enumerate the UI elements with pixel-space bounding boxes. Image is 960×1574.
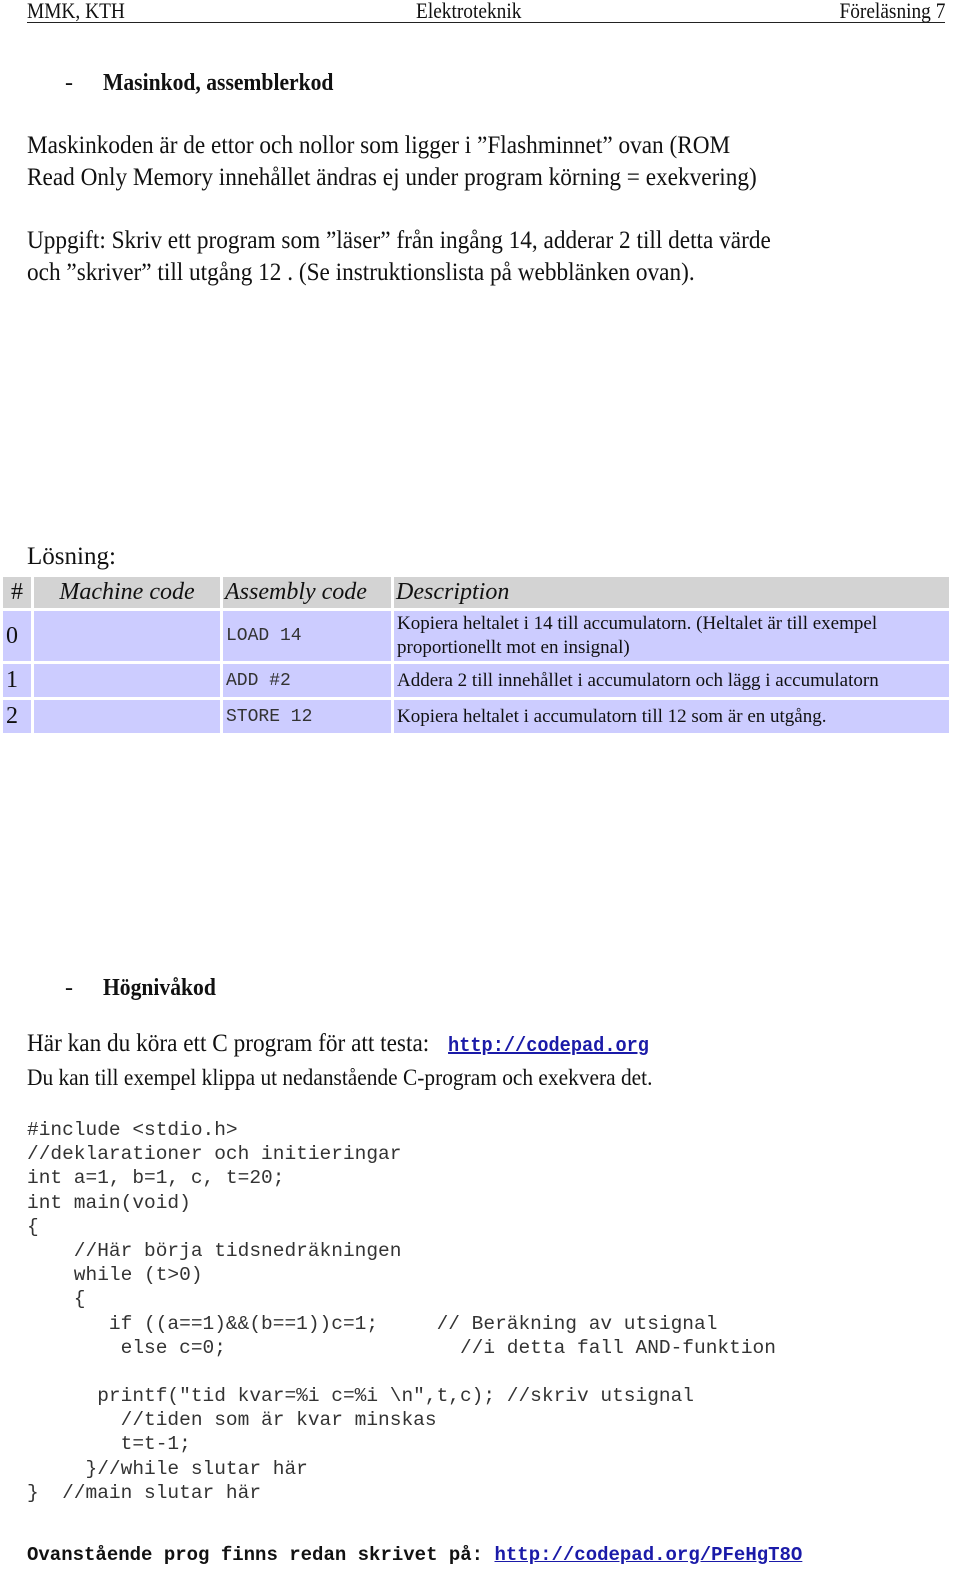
code-line: else c=0; //i detta fall AND-funktion bbox=[27, 1336, 776, 1359]
paragraph-line: Read Only Memory innehållet ändras ej un… bbox=[27, 164, 757, 191]
machine-code-cell bbox=[34, 611, 220, 661]
header-lecture: Föreläsning 7 bbox=[839, 0, 945, 23]
assembly-code-cell: LOAD 14 bbox=[223, 611, 391, 661]
header-org: MMK, KTH bbox=[27, 0, 125, 23]
intro-line: Du kan till exempel klippa ut nedanståen… bbox=[27, 1065, 653, 1090]
code-line: while (t>0) bbox=[27, 1264, 203, 1287]
machine-code-cell bbox=[34, 700, 220, 733]
intro-line: Här kan du köra ett C program för att te… bbox=[27, 1028, 652, 1063]
assembly-table: # Machine code Assembly code Description… bbox=[0, 574, 952, 736]
paragraph-machine-code: Maskinkoden är de ettor och nollor som l… bbox=[27, 130, 812, 194]
page-header: MMK, KTH Elektroteknik Föreläsning 7 bbox=[27, 0, 945, 23]
header-course: Elektroteknik bbox=[416, 0, 522, 23]
table-row: 1 ADD #2 Addera 2 till innehållet i accu… bbox=[3, 664, 949, 697]
code-line: t=t-1; bbox=[27, 1433, 191, 1456]
code-line: { bbox=[27, 1288, 86, 1311]
bullet-dash: - bbox=[65, 70, 73, 96]
col-header-machine-code: Machine code bbox=[34, 577, 220, 608]
codepad-program-link[interactable]: http://codepad.org/PFeHgT8O bbox=[494, 1544, 802, 1566]
bullet-dash: - bbox=[65, 975, 73, 1001]
intro-text: Här kan du köra ett C program för att te… bbox=[27, 1030, 430, 1057]
code-line: { bbox=[27, 1215, 39, 1238]
codepad-intro: Här kan du köra ett C program för att te… bbox=[27, 1028, 700, 1093]
table-row: 0 LOAD 14 Kopiera heltalet i 14 till acc… bbox=[3, 611, 949, 661]
col-header-description: Description bbox=[394, 577, 949, 608]
code-line: if ((a==1)&&(b==1))c=1; // Beräkning av … bbox=[27, 1312, 718, 1335]
footer-note: Ovanstående prog finns redan skrivet på:… bbox=[27, 1544, 802, 1566]
code-line: //Här börja tidsnedräkningen bbox=[27, 1239, 402, 1262]
footer-text: Ovanstående prog finns redan skrivet på: bbox=[27, 1544, 484, 1566]
table-header-row: # Machine code Assembly code Description bbox=[3, 577, 949, 608]
description-cell: Addera 2 till innehållet i accumulatorn … bbox=[394, 664, 949, 697]
task-line: Uppgift: Skriv ett program som ”läser” f… bbox=[27, 227, 771, 254]
section-heading-high-level-code: - Högnivåkod bbox=[65, 975, 565, 1005]
row-number: 2 bbox=[3, 700, 31, 733]
paragraph-line: Maskinkoden är de ettor och nollor som l… bbox=[27, 132, 731, 159]
col-header-assembly-code: Assembly code bbox=[223, 577, 391, 608]
section-heading-machine-code: - Masinkod, assemblerkod bbox=[65, 70, 565, 100]
code-line: //deklarationer och initieringar bbox=[27, 1143, 402, 1166]
row-number: 1 bbox=[3, 664, 31, 697]
assembly-code-cell: STORE 12 bbox=[223, 700, 391, 733]
codepad-link[interactable]: http://codepad.org bbox=[448, 1035, 649, 1058]
row-number: 0 bbox=[3, 611, 31, 661]
code-line: }//while slutar här bbox=[27, 1457, 308, 1480]
c-code-block: #include <stdio.h>//deklarationer och in… bbox=[27, 1118, 776, 1505]
code-line: #include <stdio.h> bbox=[27, 1119, 238, 1141]
machine-code-cell bbox=[34, 664, 220, 697]
task-paragraph: Uppgift: Skriv ett program som ”läser” f… bbox=[27, 225, 827, 289]
code-line: printf("tid kvar=%i c=%i \n",t,c); //skr… bbox=[27, 1385, 695, 1408]
code-line: int main(void) bbox=[27, 1191, 191, 1214]
code-line: //tiden som är kvar minskas bbox=[27, 1409, 437, 1432]
code-line: int a=1, b=1, c, t=20; bbox=[27, 1167, 285, 1190]
description-cell: Kopiera heltalet i accumulatorn till 12 … bbox=[394, 700, 949, 733]
task-line: och ”skriver” till utgång 12 . (Se instr… bbox=[27, 259, 695, 286]
description-cell: Kopiera heltalet i 14 till accumulatorn.… bbox=[394, 611, 949, 661]
section-title: Högnivåkod bbox=[103, 975, 216, 1001]
section-title: Masinkod, assemblerkod bbox=[103, 70, 334, 96]
code-line: } //main slutar här bbox=[27, 1481, 262, 1504]
assembly-code-cell: ADD #2 bbox=[223, 664, 391, 697]
col-header-number: # bbox=[3, 577, 31, 608]
table-row: 2 STORE 12 Kopiera heltalet i accumulato… bbox=[3, 700, 949, 733]
solution-label: Lösning: bbox=[27, 543, 116, 570]
